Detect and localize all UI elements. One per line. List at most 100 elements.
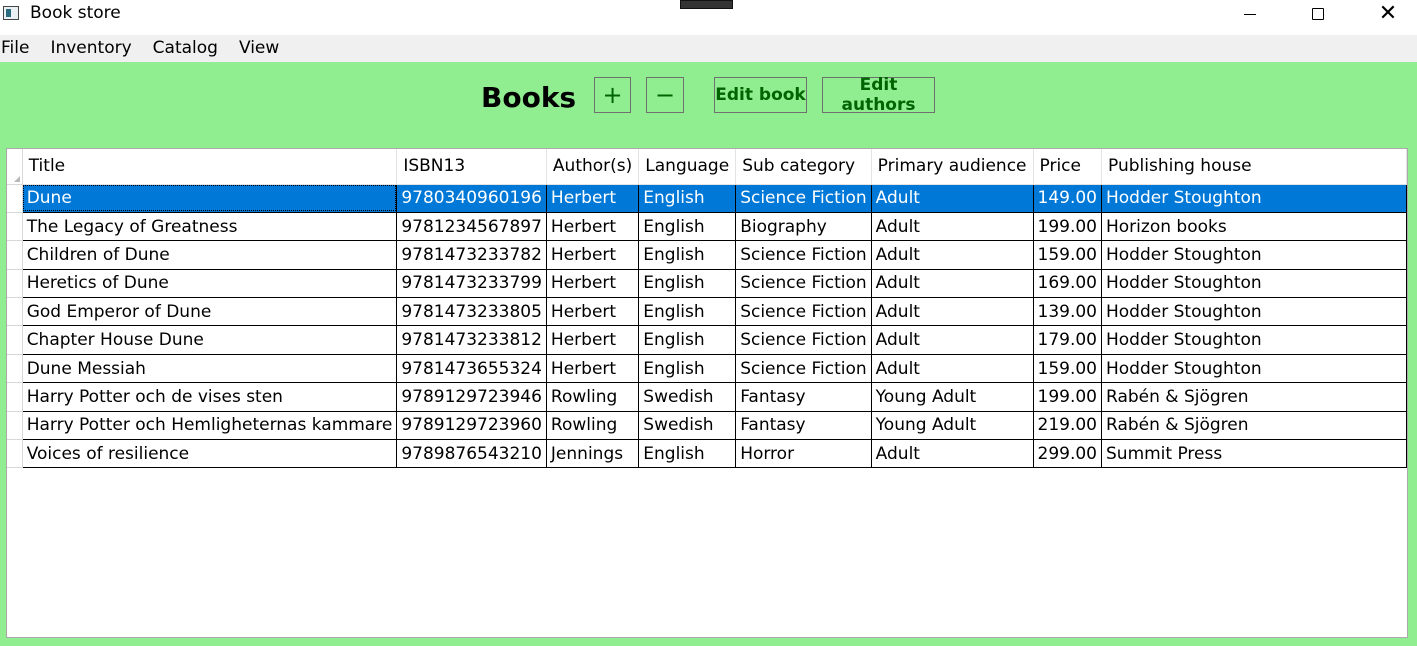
cell-price[interactable]: 299.00 xyxy=(1033,439,1103,469)
menu-view[interactable]: View xyxy=(239,35,279,62)
cell-price[interactable]: 149.00 xyxy=(1033,184,1103,213)
cell-authors[interactable]: Rowling xyxy=(546,411,640,441)
cell-publishing-house[interactable]: Rabén & Sjögren xyxy=(1101,382,1407,412)
column-header-sub-category[interactable]: Sub category xyxy=(735,149,872,185)
cell-isbn13[interactable]: 9789129723960 xyxy=(396,411,547,441)
cell-publishing-house[interactable]: Hodder Stoughton xyxy=(1101,240,1407,270)
cell-title[interactable]: Dune xyxy=(22,184,398,213)
cell-title[interactable]: Harry Potter och de vises sten xyxy=(22,382,398,412)
close-button[interactable]: ✕ xyxy=(1358,0,1417,28)
select-all-corner[interactable] xyxy=(7,149,23,185)
cell-sub-category[interactable]: Science Fiction xyxy=(735,297,872,327)
column-header-language[interactable]: Language xyxy=(638,149,737,185)
column-header-isbn13[interactable]: ISBN13 xyxy=(396,149,547,185)
cell-sub-category[interactable]: Biography xyxy=(735,212,872,242)
cell-isbn13[interactable]: 9789129723946 xyxy=(396,382,547,412)
column-header-publishing-house[interactable]: Publishing house xyxy=(1101,149,1407,185)
cell-price[interactable]: 169.00 xyxy=(1033,269,1103,299)
row-header[interactable] xyxy=(7,354,23,384)
cell-publishing-house[interactable]: Rabén & Sjögren xyxy=(1101,411,1407,441)
table-row[interactable]: God Emperor of Dune 9781473233805 Herbert E… xyxy=(7,297,1407,327)
cell-language[interactable]: English xyxy=(638,269,737,299)
row-header[interactable] xyxy=(7,439,23,469)
cell-isbn13[interactable]: 9781234567897 xyxy=(396,212,547,242)
row-header[interactable] xyxy=(7,240,23,270)
cell-sub-category[interactable]: Science Fiction xyxy=(735,240,872,270)
row-header[interactable] xyxy=(7,325,23,355)
cell-primary-audience[interactable]: Adult xyxy=(871,325,1034,355)
cell-primary-audience[interactable]: Young Adult xyxy=(871,411,1034,441)
column-header-price[interactable]: Price xyxy=(1033,149,1103,185)
books-grid[interactable]: Title ISBN13 Author(s) Language Sub cate… xyxy=(6,148,1408,638)
menu-inventory[interactable]: Inventory xyxy=(50,35,131,62)
cell-publishing-house[interactable]: Horizon books xyxy=(1101,212,1407,242)
edit-authors-button[interactable]: Edit authors xyxy=(822,75,935,115)
cell-price[interactable]: 139.00 xyxy=(1033,297,1103,327)
cell-title[interactable]: Dune Messiah xyxy=(22,354,398,384)
cell-isbn13[interactable]: 9780340960196 xyxy=(396,184,547,213)
cell-isbn13[interactable]: 9781473655324 xyxy=(396,354,547,384)
column-header-authors[interactable]: Author(s) xyxy=(546,149,640,185)
cell-sub-category[interactable]: Science Fiction xyxy=(735,354,872,384)
cell-sub-category[interactable]: Fantasy xyxy=(735,382,872,412)
column-header-primary-audience[interactable]: Primary audience xyxy=(871,149,1034,185)
cell-title[interactable]: The Legacy of Greatness xyxy=(22,212,398,242)
cell-primary-audience[interactable]: Adult xyxy=(871,240,1034,270)
table-row[interactable]: Children of Dune 9781473233782 Herbert Engl… xyxy=(7,240,1407,270)
cell-sub-category[interactable]: Science Fiction xyxy=(735,325,872,355)
row-header[interactable] xyxy=(7,411,23,441)
cell-isbn13[interactable]: 9781473233782 xyxy=(396,240,547,270)
cell-isbn13[interactable]: 9781473233812 xyxy=(396,325,547,355)
add-book-button[interactable]: + xyxy=(594,77,631,113)
cell-language[interactable]: English xyxy=(638,325,737,355)
menu-file[interactable]: File xyxy=(1,35,29,62)
cell-price[interactable]: 199.00 xyxy=(1033,382,1103,412)
cell-isbn13[interactable]: 9789876543210 xyxy=(396,439,547,469)
row-header[interactable] xyxy=(7,382,23,412)
cell-publishing-house[interactable]: Hodder Stoughton xyxy=(1101,184,1407,213)
column-header-title[interactable]: Title xyxy=(22,149,398,185)
cell-title[interactable]: God Emperor of Dune xyxy=(22,297,398,327)
row-header[interactable] xyxy=(7,184,23,213)
cell-authors[interactable]: Herbert xyxy=(546,184,640,213)
table-row[interactable]: Chapter House Dune 9781473233812 Herbert En… xyxy=(7,325,1407,355)
table-row[interactable]: Harry Potter och de vises sten 9789129723… xyxy=(7,382,1407,412)
cell-publishing-house[interactable]: Hodder Stoughton xyxy=(1101,354,1407,384)
remove-book-button[interactable]: − xyxy=(646,77,684,113)
cell-authors[interactable]: Herbert xyxy=(546,297,640,327)
cell-price[interactable]: 159.00 xyxy=(1033,354,1103,384)
row-header[interactable] xyxy=(7,269,23,299)
cell-title[interactable]: Chapter House Dune xyxy=(22,325,398,355)
menu-catalog[interactable]: Catalog xyxy=(153,35,218,62)
table-row[interactable]: Voices of resilience 9789876543210 Jenning… xyxy=(7,439,1407,469)
cell-title[interactable]: Harry Potter och Hemligheternas kammare xyxy=(22,411,398,441)
cell-sub-category[interactable]: Science Fiction xyxy=(735,269,872,299)
cell-primary-audience[interactable]: Adult xyxy=(871,354,1034,384)
cell-primary-audience[interactable]: Adult xyxy=(871,297,1034,327)
cell-sub-category[interactable]: Fantasy xyxy=(735,411,872,441)
cell-language[interactable]: English xyxy=(638,439,737,469)
maximize-button[interactable] xyxy=(1288,0,1348,28)
cell-price[interactable]: 159.00 xyxy=(1033,240,1103,270)
cell-authors[interactable]: Herbert xyxy=(546,354,640,384)
minimize-button[interactable] xyxy=(1220,0,1280,28)
table-row[interactable]: Harry Potter och Hemligheternas kammare 9… xyxy=(7,411,1407,441)
cell-sub-category[interactable]: Horror xyxy=(735,439,872,469)
cell-isbn13[interactable]: 9781473233805 xyxy=(396,297,547,327)
cell-publishing-house[interactable]: Summit Press xyxy=(1101,439,1407,469)
cell-primary-audience[interactable]: Adult xyxy=(871,439,1034,469)
cell-publishing-house[interactable]: Hodder Stoughton xyxy=(1101,325,1407,355)
cell-authors[interactable]: Jennings xyxy=(546,439,640,469)
cell-language[interactable]: Swedish xyxy=(638,382,737,412)
row-header[interactable] xyxy=(7,212,23,242)
cell-primary-audience[interactable]: Adult xyxy=(871,212,1034,242)
table-row[interactable]: Heretics of Dune 9781473233799 Herbert Engl… xyxy=(7,269,1407,299)
table-row[interactable]: Dune Messiah 9781473655324 Herbert English S… xyxy=(7,354,1407,384)
cell-language[interactable]: English xyxy=(638,212,737,242)
cell-language[interactable]: English xyxy=(638,240,737,270)
cell-language[interactable]: Swedish xyxy=(638,411,737,441)
cell-primary-audience[interactable]: Adult xyxy=(871,269,1034,299)
cell-authors[interactable]: Herbert xyxy=(546,212,640,242)
table-row[interactable]: The Legacy of Greatness 9781234567897 Herb… xyxy=(7,212,1407,242)
cell-primary-audience[interactable]: Adult xyxy=(871,184,1034,213)
